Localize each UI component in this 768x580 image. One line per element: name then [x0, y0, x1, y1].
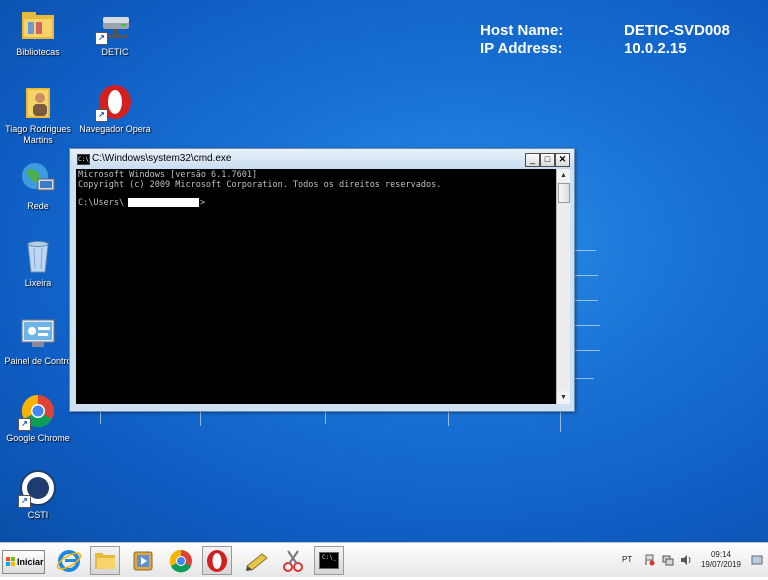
bginfo-panel: Host Name: DETIC-SVD008 IP Address: 10.0…: [480, 22, 750, 58]
taskbar-ie[interactable]: [54, 546, 84, 575]
desktop-icon-user[interactable]: Tiago Rodrigues Martins: [0, 82, 76, 146]
desktop-icon-label: Lixeira: [24, 278, 52, 288]
clock-date: 19/07/2019: [700, 560, 742, 569]
scroll-thumb[interactable]: [558, 183, 570, 203]
cmd-window[interactable]: C:\ C:\Windows\system32\cmd.exe _ □ ✕ Mi…: [69, 148, 575, 412]
scroll-up-button[interactable]: ▲: [557, 169, 570, 182]
show-desktop-icon[interactable]: [750, 551, 764, 569]
ip-address-value: 10.0.2.15: [624, 40, 687, 57]
console-line: Copyright (c) 2009 Microsoft Corporation…: [78, 180, 442, 190]
window-title: C:\Windows\system32\cmd.exe: [92, 153, 232, 164]
desktop: Bibliotecas ↗ DETIC Tiago Rodrigues Mart…: [0, 0, 768, 542]
console-prompt-caret: >: [200, 198, 206, 208]
desktop-icon-detic[interactable]: ↗ DETIC: [77, 5, 153, 58]
snipping-tool-icon: [283, 550, 303, 572]
start-label: Iniciar: [17, 557, 44, 567]
network-drive-icon: ↗: [95, 5, 135, 45]
console-prompt: C:\Users\: [78, 198, 125, 208]
desktop-icon-label: Rede: [27, 201, 49, 211]
chrome-icon: ↗: [18, 391, 58, 431]
desktop-icon-label: Navegador Opera: [79, 124, 151, 134]
close-button[interactable]: ✕: [555, 153, 570, 167]
user-folder-icon: [18, 82, 58, 122]
ip-address-label: IP Address:: [480, 40, 563, 57]
opera-icon: [207, 550, 227, 572]
desktop-icon-label: Tiago Rodrigues Martins: [5, 124, 71, 145]
system-clock[interactable]: 09:14 19/07/2019: [700, 550, 742, 570]
shortcut-arrow-icon: ↗: [95, 109, 108, 122]
desktop-icon-label: CSTI: [27, 510, 49, 520]
maximize-button[interactable]: □: [540, 153, 555, 167]
desktop-icon-label: Painel de Contro: [4, 356, 72, 366]
action-center-flag-icon[interactable]: [644, 554, 656, 566]
network-status-icon[interactable]: [662, 554, 674, 566]
opera-icon: ↗: [95, 82, 135, 122]
host-name-label: Host Name:: [480, 22, 564, 39]
console-line: Microsoft Windows [versão 6.1.7601]: [78, 170, 258, 180]
volume-icon[interactable]: [680, 554, 692, 566]
minimize-button[interactable]: _: [525, 153, 540, 167]
vertical-scrollbar[interactable]: ▲ ▼: [556, 169, 570, 404]
libraries-folder-icon: [18, 5, 58, 45]
shortcut-arrow-icon: ↗: [18, 495, 31, 508]
taskbar-pencil-tool[interactable]: [242, 546, 272, 575]
cmd-icon: C:\: [77, 154, 90, 165]
taskbar-media-player[interactable]: [128, 546, 158, 575]
desktop-icon-painel[interactable]: Painel de Contro: [0, 314, 76, 367]
chrome-icon: [169, 549, 192, 573]
taskbar-cmd[interactable]: C:\_: [314, 546, 344, 575]
explorer-icon: [95, 553, 115, 569]
recycle-bin-icon: [18, 236, 58, 276]
taskbar-explorer[interactable]: [90, 546, 120, 575]
language-indicator[interactable]: PT: [622, 555, 632, 564]
desktop-icon-label: Bibliotecas: [16, 47, 60, 57]
window-titlebar[interactable]: C:\ C:\Windows\system32\cmd.exe _ □ ✕: [70, 149, 574, 169]
desktop-icon-rede[interactable]: Rede: [0, 159, 76, 212]
shortcut-arrow-icon: ↗: [95, 32, 108, 45]
console-output[interactable]: Microsoft Windows [versão 6.1.7601] Copy…: [76, 169, 556, 404]
csti-logo-icon: ↗: [18, 468, 58, 508]
pencil-tool-icon: [246, 553, 268, 571]
redacted-username: [128, 198, 199, 207]
desktop-icon-label: Google Chrome: [6, 433, 70, 443]
network-globe-icon: [18, 159, 58, 199]
desktop-icon-chrome[interactable]: ↗ Google Chrome: [0, 391, 76, 444]
cmd-icon: C:\_: [319, 552, 339, 569]
taskbar-chrome[interactable]: [166, 546, 196, 575]
desktop-icon-label: DETIC: [101, 47, 129, 57]
control-panel-icon: [18, 314, 58, 354]
taskbar-opera[interactable]: [202, 546, 232, 575]
desktop-icon-lixeira[interactable]: Lixeira: [0, 236, 76, 289]
desktop-icon-bibliotecas[interactable]: Bibliotecas: [0, 5, 76, 58]
taskbar: Iniciar C:\_ PT 09:14 19/07/2019: [0, 542, 768, 577]
desktop-icon-csti[interactable]: ↗ CSTI: [0, 468, 76, 521]
taskbar-snipping-tool[interactable]: [278, 546, 308, 575]
media-player-icon: [133, 551, 153, 571]
desktop-icon-opera[interactable]: ↗ Navegador Opera: [77, 82, 153, 135]
shortcut-arrow-icon: ↗: [18, 418, 31, 431]
start-button[interactable]: Iniciar: [2, 550, 45, 574]
scroll-down-button[interactable]: ▼: [557, 391, 570, 404]
ie-icon: [56, 550, 82, 572]
host-name-value: DETIC-SVD008: [624, 22, 730, 39]
clock-time: 09:14: [710, 550, 732, 559]
windows-logo-icon: [6, 557, 15, 566]
